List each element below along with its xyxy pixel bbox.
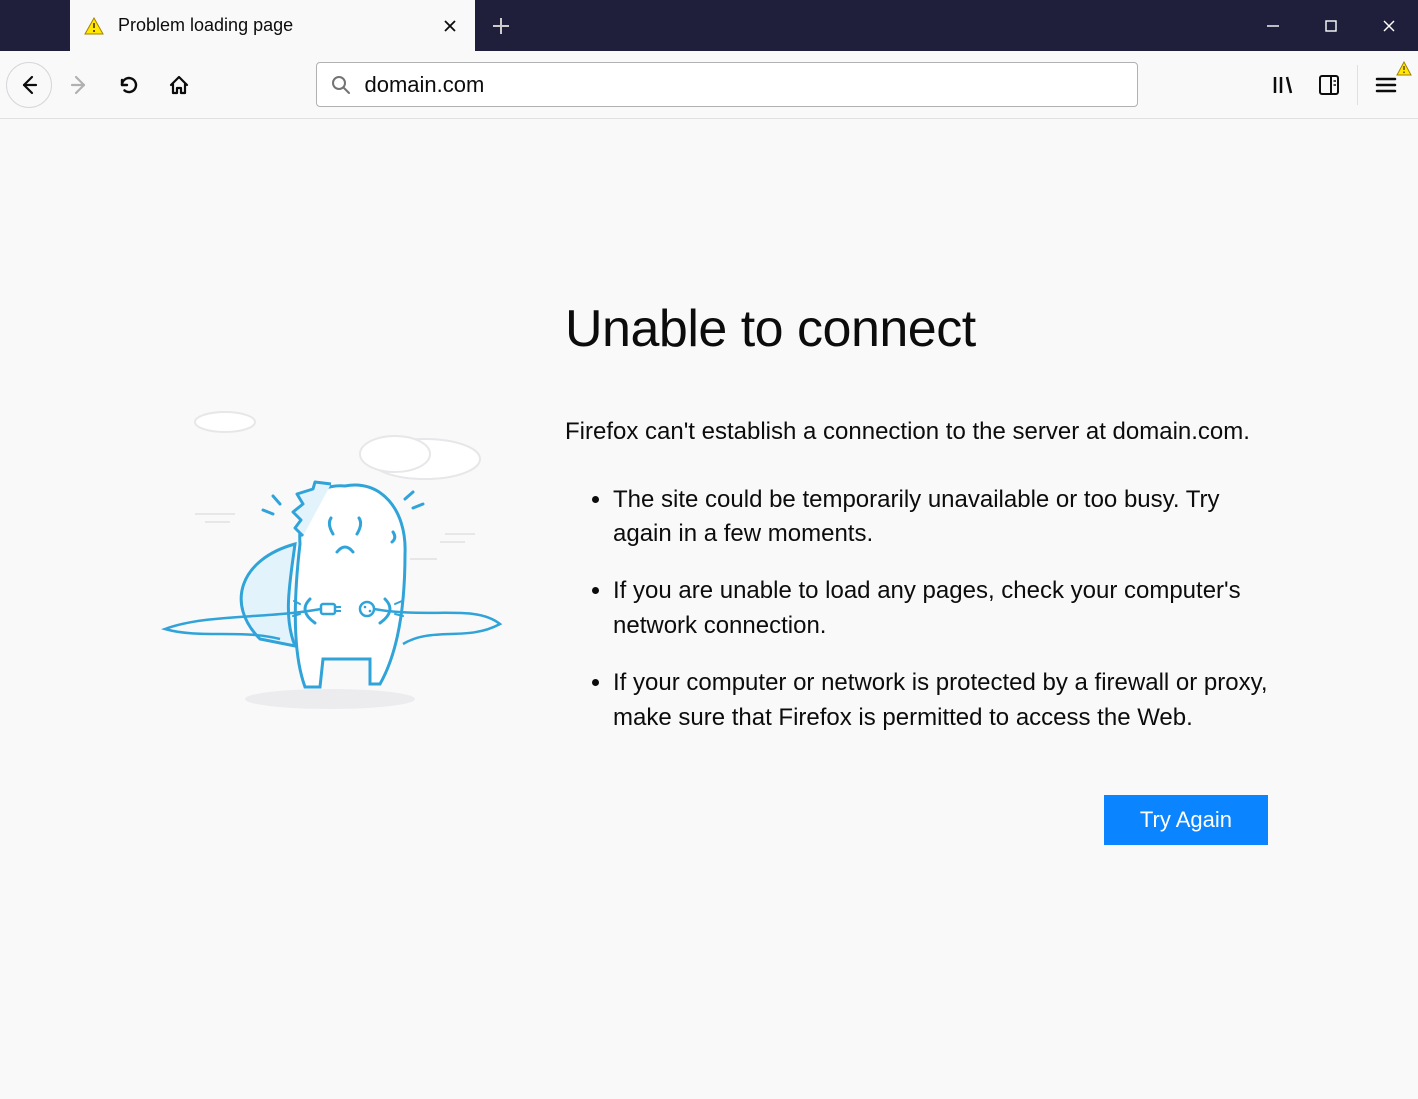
error-suggestion-item: If you are unable to load any pages, che…: [613, 574, 1268, 644]
error-text-column: Unable to connect Firefox can't establis…: [565, 299, 1268, 845]
urlbar-container: [206, 62, 1247, 107]
reload-button[interactable]: [106, 62, 152, 108]
try-again-button[interactable]: Try Again: [1104, 795, 1268, 845]
new-tab-button[interactable]: [475, 0, 526, 51]
url-input[interactable]: [365, 72, 1123, 98]
error-suggestion-list: The site could be temporarily unavailabl…: [565, 483, 1268, 736]
toolbar-separator: [1357, 65, 1358, 105]
window-maximize-button[interactable]: [1302, 0, 1360, 51]
url-bar[interactable]: [316, 62, 1138, 107]
toolbar-right: [1251, 63, 1408, 107]
home-button[interactable]: [156, 62, 202, 108]
search-icon: [331, 75, 351, 95]
warning-favicon-icon: [84, 16, 104, 36]
error-title: Unable to connect: [565, 299, 1268, 359]
back-button[interactable]: [6, 62, 52, 108]
tab-strip: Problem loading page: [0, 0, 1418, 51]
window-controls: [1244, 0, 1418, 51]
tab-close-button[interactable]: [439, 15, 461, 37]
error-page-content: Unable to connect Firefox can't establis…: [0, 119, 1418, 845]
window-close-button[interactable]: [1360, 0, 1418, 51]
window-minimize-button[interactable]: [1244, 0, 1302, 51]
menu-warning-badge-icon: [1396, 61, 1412, 77]
sidebar-button[interactable]: [1307, 63, 1351, 107]
error-suggestion-item: If your computer or network is protected…: [613, 666, 1268, 736]
navigation-toolbar: [0, 51, 1418, 119]
error-suggestion-item: The site could be temporarily unavailabl…: [613, 483, 1268, 553]
error-illustration: [145, 299, 525, 845]
library-button[interactable]: [1261, 63, 1305, 107]
error-description: Firefox can't establish a connection to …: [565, 415, 1268, 449]
tab-title: Problem loading page: [118, 15, 425, 36]
menu-button[interactable]: [1364, 63, 1408, 107]
active-tab[interactable]: Problem loading page: [70, 0, 475, 51]
tabstrip-spacer: [0, 0, 70, 51]
button-row: Try Again: [565, 795, 1268, 845]
forward-button[interactable]: [56, 62, 102, 108]
